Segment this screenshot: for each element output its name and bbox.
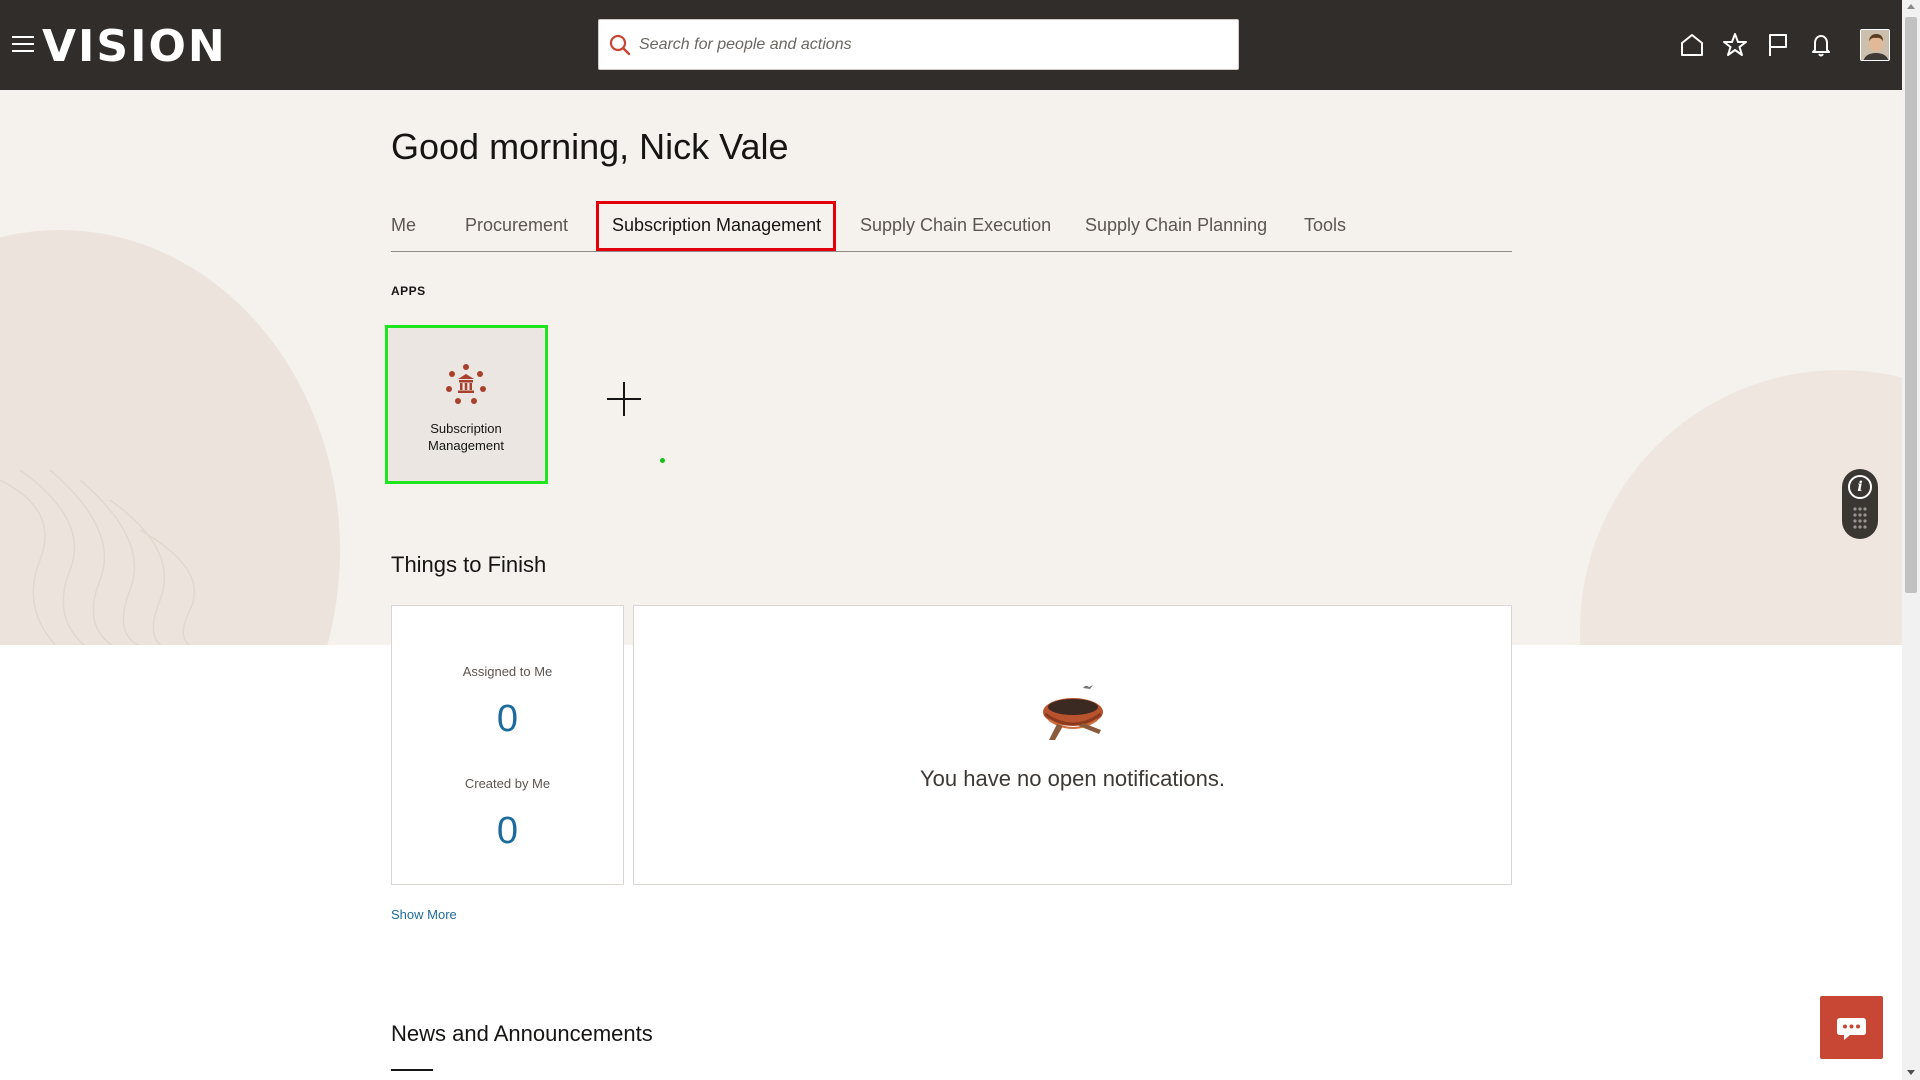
chat-button[interactable] [1820, 996, 1883, 1059]
created-by-me-label: Created by Me [464, 776, 551, 791]
greeting-title: Good morning, Nick Vale [391, 126, 789, 167]
tab-supply-chain-planning[interactable]: Supply Chain Planning [1085, 202, 1267, 251]
help-widget: i [1842, 469, 1878, 539]
assigned-to-me-count[interactable]: 0 [392, 698, 623, 741]
things-to-finish-title: Things to Finish [391, 552, 547, 577]
bell-icon[interactable] [1807, 31, 1835, 59]
assigned-created-card: Assigned to Me 0 Created by Me 0 [391, 605, 624, 885]
search-icon[interactable] [608, 33, 632, 57]
global-search[interactable] [598, 19, 1239, 70]
tab-tools[interactable]: Tools [1304, 202, 1346, 251]
tab-supply-chain-execution[interactable]: Supply Chain Execution [860, 202, 1051, 251]
tab-procurement[interactable]: Procurement [465, 202, 568, 251]
indicator-dot [660, 458, 665, 463]
vision-logo[interactable]: VISION [42, 22, 227, 72]
apps-section-label: APPS [391, 284, 426, 298]
top-bar: VISION [0, 0, 1902, 90]
menu-icon[interactable] [12, 36, 34, 54]
highlight-box-green [385, 325, 548, 484]
empty-nest-icon [1043, 685, 1103, 740]
drag-handle-icon[interactable] [1853, 507, 1867, 529]
hero-background [0, 90, 1902, 645]
assigned-to-me-label: Assigned to Me [462, 664, 553, 679]
tab-me[interactable]: Me [391, 202, 416, 251]
decorative-texture [0, 470, 196, 645]
info-icon[interactable]: i [1848, 475, 1872, 499]
search-input[interactable] [639, 20, 1229, 69]
home-icon[interactable] [1678, 31, 1706, 59]
star-icon[interactable] [1721, 31, 1749, 59]
avatar[interactable] [1860, 29, 1890, 61]
news-title: News and Announcements [391, 1021, 653, 1046]
scroll-up-arrow-icon[interactable] [1907, 4, 1915, 9]
springboard-tabs: Me Procurement Subscription Management S… [391, 202, 1512, 252]
news-underline [391, 1069, 433, 1071]
chat-icon [1837, 1018, 1866, 1040]
highlight-box-red [596, 201, 836, 251]
page-scrollbar[interactable] [1902, 0, 1920, 1080]
scrollbar-thumb[interactable] [1905, 17, 1917, 593]
created-by-me-count[interactable]: 0 [392, 810, 623, 853]
flag-icon[interactable] [1764, 31, 1792, 59]
notifications-card: You have no open notifications. [633, 605, 1512, 885]
show-more-link[interactable]: Show More [391, 907, 457, 922]
scroll-down-arrow-icon[interactable] [1907, 1070, 1915, 1075]
empty-notifications-message: You have no open notifications. [920, 766, 1225, 791]
add-app-icon[interactable] [605, 380, 643, 418]
